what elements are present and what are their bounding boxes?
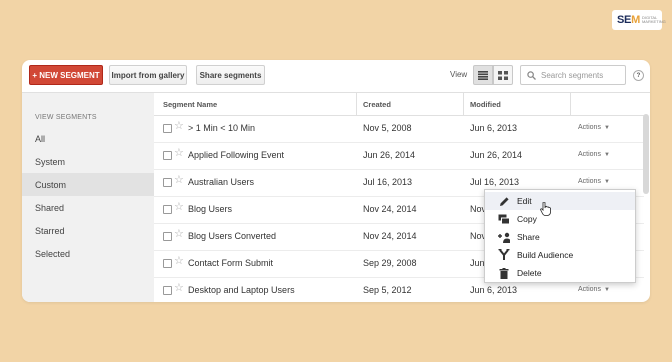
grid-view-icon bbox=[498, 70, 508, 80]
star-icon[interactable]: ☆ bbox=[174, 202, 184, 213]
logo-wordmark: SEM bbox=[617, 14, 640, 26]
import-from-gallery-button[interactable]: Import from gallery bbox=[109, 65, 187, 85]
menu-item-build-audience[interactable]: Build Audience bbox=[485, 246, 635, 264]
search-icon bbox=[527, 70, 536, 80]
segment-name: Desktop and Laptop Users bbox=[188, 285, 295, 295]
star-icon[interactable]: ☆ bbox=[174, 256, 184, 267]
star-icon[interactable]: ☆ bbox=[174, 121, 184, 132]
created-date: Nov 24, 2014 bbox=[363, 231, 417, 241]
created-date: Sep 5, 2012 bbox=[363, 285, 412, 295]
actions-dropdown[interactable]: Actions ▼ bbox=[578, 151, 610, 158]
created-date: Jun 26, 2014 bbox=[363, 150, 416, 160]
caret-down-icon: ▼ bbox=[603, 152, 610, 158]
hand-cursor-icon bbox=[540, 202, 551, 216]
row-checkbox[interactable] bbox=[163, 151, 172, 160]
created-date: Nov 5, 2008 bbox=[363, 123, 412, 133]
menu-item-label: Delete bbox=[517, 268, 542, 278]
column-divider bbox=[570, 93, 571, 115]
caret-down-icon: ▼ bbox=[603, 125, 610, 131]
segment-name: Contact Form Submit bbox=[188, 258, 274, 268]
created-date: Nov 24, 2014 bbox=[363, 204, 417, 214]
row-checkbox[interactable] bbox=[163, 205, 172, 214]
actions-dropdown[interactable]: Actions ▼ bbox=[578, 124, 610, 131]
trash-icon bbox=[498, 267, 510, 279]
star-icon[interactable]: ☆ bbox=[174, 148, 184, 159]
star-icon[interactable]: ☆ bbox=[174, 283, 184, 294]
menu-item-delete[interactable]: Delete bbox=[485, 264, 635, 282]
modified-date: Jun 26, 2014 bbox=[470, 150, 523, 160]
menu-item-label: Edit bbox=[517, 196, 532, 206]
toolbar: + NEW SEGMENT Import from gallery Share … bbox=[22, 60, 650, 90]
view-label: View bbox=[450, 70, 468, 79]
list-view-icon bbox=[478, 70, 488, 80]
modified-date: Jun 6, 2013 bbox=[470, 123, 518, 133]
menu-item-label: Copy bbox=[517, 214, 537, 224]
actions-label: Actions bbox=[578, 178, 601, 185]
row-checkbox[interactable] bbox=[163, 286, 172, 295]
column-header-name[interactable]: Segment Name bbox=[163, 100, 217, 109]
actions-label: Actions bbox=[578, 151, 601, 158]
share-segments-button[interactable]: Share segments bbox=[196, 65, 265, 85]
menu-item-label: Build Audience bbox=[517, 250, 574, 260]
sidebar-item-custom[interactable]: Custom bbox=[22, 173, 154, 196]
pencil-icon bbox=[498, 195, 510, 207]
column-header-modified[interactable]: Modified bbox=[470, 100, 501, 109]
row-checkbox[interactable] bbox=[163, 178, 172, 187]
segment-name: > 1 Min < 10 Min bbox=[188, 123, 256, 133]
row-checkbox[interactable] bbox=[163, 259, 172, 268]
column-header-created[interactable]: Created bbox=[363, 100, 391, 109]
modified-date: Jun bbox=[470, 258, 485, 268]
table-header: Segment Name Created Modified bbox=[154, 93, 644, 116]
logo-tagline: DIGITAL MARKETING bbox=[641, 14, 666, 24]
brand-logo: SEM DIGITAL MARKETING bbox=[612, 10, 666, 30]
created-date: Sep 29, 2008 bbox=[363, 258, 417, 268]
row-checkbox[interactable] bbox=[163, 124, 172, 133]
sidebar-heading: VIEW SEGMENTS bbox=[35, 114, 97, 121]
segment-name: Blog Users bbox=[188, 204, 233, 214]
row-checkbox[interactable] bbox=[163, 232, 172, 241]
menu-item-edit[interactable]: Edit bbox=[485, 192, 635, 210]
sidebar: VIEW SEGMENTS All System Custom Shared S… bbox=[22, 92, 154, 302]
share-user-icon bbox=[498, 231, 510, 243]
caret-down-icon: ▼ bbox=[603, 287, 610, 293]
vertical-scrollbar[interactable] bbox=[643, 114, 649, 194]
created-date: Jul 16, 2013 bbox=[363, 177, 413, 187]
sidebar-item-shared[interactable]: Shared bbox=[22, 196, 154, 219]
copy-icon bbox=[498, 213, 510, 225]
star-icon[interactable]: ☆ bbox=[174, 229, 184, 240]
table-row[interactable]: ☆ > 1 Min < 10 Min Nov 5, 2008 Jun 6, 20… bbox=[154, 115, 644, 143]
modified-date: Jul 16, 2013 bbox=[470, 177, 520, 187]
menu-item-share[interactable]: Share bbox=[485, 228, 635, 246]
table-row[interactable]: ☆ Applied Following Event Jun 26, 2014 J… bbox=[154, 142, 644, 170]
actions-dropdown[interactable]: Actions ▼ bbox=[578, 178, 610, 185]
column-divider bbox=[356, 93, 357, 115]
grid-view-button[interactable] bbox=[493, 65, 513, 85]
menu-item-label: Share bbox=[517, 232, 540, 242]
menu-item-copy[interactable]: Copy bbox=[485, 210, 635, 228]
star-icon[interactable]: ☆ bbox=[174, 175, 184, 186]
segment-name: Applied Following Event bbox=[188, 150, 285, 160]
search-box[interactable] bbox=[520, 65, 626, 85]
modified-date: Jun 6, 2013 bbox=[470, 285, 518, 295]
sidebar-item-all[interactable]: All bbox=[22, 127, 154, 150]
actions-label: Actions bbox=[578, 286, 601, 293]
segment-name: Blog Users Converted bbox=[188, 231, 277, 241]
caret-down-icon: ▼ bbox=[603, 179, 610, 185]
new-segment-button[interactable]: + NEW SEGMENT bbox=[29, 65, 103, 85]
sidebar-item-selected[interactable]: Selected bbox=[22, 242, 154, 265]
search-input[interactable] bbox=[541, 70, 619, 80]
help-icon[interactable]: ? bbox=[633, 70, 644, 81]
actions-dropdown[interactable]: Actions ▼ bbox=[578, 286, 610, 293]
actions-context-menu: Edit Copy Share Build Audience Delete bbox=[484, 189, 636, 283]
column-divider bbox=[463, 93, 464, 115]
sidebar-item-starred[interactable]: Starred bbox=[22, 219, 154, 242]
actions-label: Actions bbox=[578, 124, 601, 131]
segment-name: Australian Users bbox=[188, 177, 255, 187]
sidebar-item-system[interactable]: System bbox=[22, 150, 154, 173]
list-view-button[interactable] bbox=[473, 65, 493, 85]
fork-icon bbox=[498, 249, 510, 261]
